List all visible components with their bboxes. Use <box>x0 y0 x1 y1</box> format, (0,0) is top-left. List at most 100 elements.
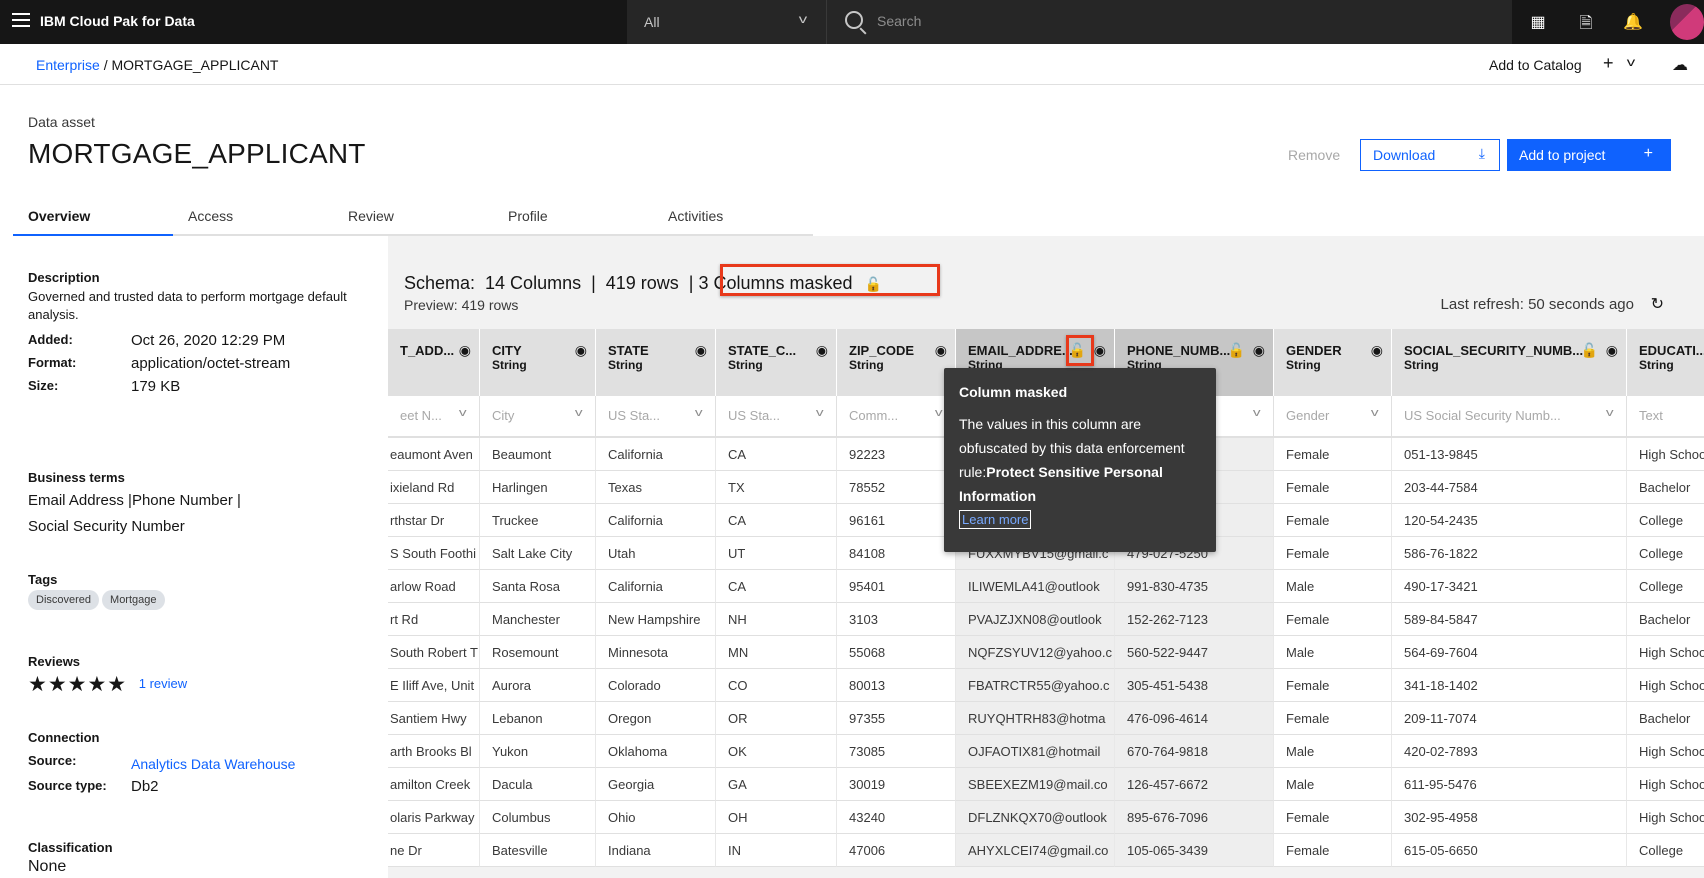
column-name: CITY <box>492 343 522 358</box>
cloud-icon[interactable]: ☁ <box>1672 55 1688 75</box>
table-cell: Bachelor <box>1627 603 1704 636</box>
learn-more-link[interactable]: Learn more <box>959 510 1032 529</box>
table-cell: New Hampshire <box>596 603 716 636</box>
table-cell: 43240 <box>837 801 956 834</box>
column-header[interactable]: CITY String ◉ <box>480 329 596 396</box>
column-filter-dropdown[interactable]: eet N... v <box>388 396 480 438</box>
column-header[interactable]: STATE String ◉ <box>596 329 716 396</box>
tab-profile[interactable]: Profile <box>493 204 653 236</box>
plus-icon[interactable]: + <box>1603 53 1614 74</box>
column-filter-dropdown[interactable]: US Sta... v <box>596 396 716 438</box>
column-filter-dropdown[interactable]: Comm... v <box>837 396 956 438</box>
column-filter-dropdown[interactable]: US Sta... v <box>716 396 837 438</box>
table-cell: Columbus <box>480 801 596 834</box>
tag-discovered[interactable]: Discovered <box>28 590 100 610</box>
table-cell: 490-17-3421 <box>1392 570 1627 603</box>
tag-mortgage[interactable]: Mortgage <box>102 590 165 610</box>
eye-icon[interactable]: ◉ <box>1606 342 1618 359</box>
table-cell: 92223 <box>837 438 956 471</box>
search-input[interactable]: Search <box>877 13 921 29</box>
column-header[interactable]: STATE_C... String ◉ <box>716 329 837 396</box>
eye-icon[interactable]: ◉ <box>816 342 828 359</box>
eye-icon[interactable]: ◉ <box>1371 342 1383 359</box>
eye-icon[interactable]: ◉ <box>459 342 471 359</box>
column-masked-tooltip: Column masked The values in this column … <box>944 368 1216 552</box>
hamburger-menu-icon[interactable] <box>12 13 30 27</box>
table-cell: California <box>596 570 716 603</box>
apps-switcher-icon[interactable]: ▦ <box>1528 12 1548 32</box>
eye-icon[interactable]: ◉ <box>695 342 707 359</box>
table-cell: amilton Creek <box>388 768 480 801</box>
tab-review[interactable]: Review <box>333 204 493 236</box>
download-button[interactable]: Download ⤓ <box>1360 139 1500 171</box>
table-cell: 305-451-5438 <box>1115 669 1274 702</box>
search-icon <box>845 11 863 29</box>
table-cell: 615-05-6650 <box>1392 834 1627 867</box>
document-icon[interactable]: 🗎 <box>1576 12 1596 32</box>
notification-bell-icon[interactable]: 🔔 <box>1623 12 1643 32</box>
review-count-link[interactable]: 1 review <box>139 676 187 691</box>
search-bar[interactable]: Search <box>826 0 1512 44</box>
table-cell: Male <box>1274 735 1392 768</box>
download-icon: ⤓ <box>1478 145 1485 161</box>
column-name: STATE <box>608 343 649 358</box>
table-cell: College <box>1627 570 1704 603</box>
table-column: SOCIAL_SECURITY_NUMB... String 🔓 ◉ US Social… <box>1392 329 1627 867</box>
column-filter-dropdown[interactable]: US Social Security Numb... v <box>1392 396 1627 438</box>
table-cell: AHYXLCEI74@gmail.co <box>956 834 1115 867</box>
chevron-down-icon[interactable]: v <box>1627 55 1635 69</box>
eye-icon[interactable]: ◉ <box>1253 342 1265 359</box>
add-to-catalog-button[interactable]: Add to Catalog <box>1489 57 1582 73</box>
add-to-project-button[interactable]: Add to project + <box>1507 139 1671 171</box>
search-scope-dropdown[interactable]: All v <box>627 0 826 44</box>
table-cell: Ohio <box>596 801 716 834</box>
table-cell: 126-457-6672 <box>1115 768 1274 801</box>
refresh-icon[interactable]: ↻ <box>1651 294 1664 314</box>
column-header[interactable]: SOCIAL_SECURITY_NUMB... String 🔓 ◉ <box>1392 329 1627 396</box>
table-cell: High School <box>1627 669 1704 702</box>
source-link[interactable]: Analytics Data Warehouse <box>131 756 295 772</box>
table-cell: 895-676-7096 <box>1115 801 1274 834</box>
plus-icon: + <box>1643 145 1653 162</box>
eye-icon[interactable]: ◉ <box>1094 342 1106 359</box>
table-cell: eaumont Aven <box>388 438 480 471</box>
table-cell: GA <box>716 768 837 801</box>
tab-overview[interactable]: Overview <box>13 204 173 236</box>
column-filter-dropdown[interactable]: Textv <box>1627 396 1704 438</box>
table-cell: 611-95-5476 <box>1392 768 1627 801</box>
tab-access[interactable]: Access <box>173 204 333 236</box>
column-type: String <box>492 358 527 372</box>
last-refresh: Last refresh: 50 seconds ago <box>1440 296 1634 313</box>
breadcrumb: Enterprise / MORTGAGE_APPLICANT <box>36 57 279 73</box>
column-header[interactable]: EDUCATI...String◉ <box>1627 329 1704 396</box>
table-cell: rthstar Dr <box>388 504 480 537</box>
product-name[interactable]: IBM Cloud Pak for Data <box>40 13 195 29</box>
highlight-box <box>1066 335 1094 366</box>
eye-icon[interactable]: ◉ <box>935 342 947 359</box>
table-cell: Santa Rosa <box>480 570 596 603</box>
tab-activities[interactable]: Activities <box>653 204 813 236</box>
column-header[interactable]: T_ADD... ◉ <box>388 329 480 396</box>
eye-icon[interactable]: ◉ <box>575 342 587 359</box>
column-filter-dropdown[interactable]: City v <box>480 396 596 438</box>
table-cell: rt Rd <box>388 603 480 636</box>
table-cell: Female <box>1274 537 1392 570</box>
chevron-down-icon: v <box>694 407 703 419</box>
chevron-down-icon: v <box>1370 407 1379 419</box>
table-cell: 78552 <box>837 471 956 504</box>
column-header[interactable]: ZIP_CODE String ◉ <box>837 329 956 396</box>
filter-value: US Social Security Numb... <box>1404 408 1561 423</box>
user-avatar[interactable] <box>1670 4 1704 40</box>
column-type: String <box>1286 358 1321 372</box>
table-cell: California <box>596 504 716 537</box>
breadcrumb-enterprise-link[interactable]: Enterprise <box>36 57 100 73</box>
column-header[interactable]: GENDER String ◉ <box>1274 329 1392 396</box>
table-cell: Female <box>1274 834 1392 867</box>
chevron-down-icon: v <box>1605 407 1614 419</box>
column-type: String <box>1404 358 1439 372</box>
column-filter-dropdown[interactable]: Gender v <box>1274 396 1392 438</box>
preview-row-count: Preview: 419 rows <box>404 297 519 313</box>
table-cell: Male <box>1274 570 1392 603</box>
details-panel: Description Governed and trusted data to… <box>0 236 388 878</box>
remove-button[interactable]: Remove <box>1288 147 1340 163</box>
